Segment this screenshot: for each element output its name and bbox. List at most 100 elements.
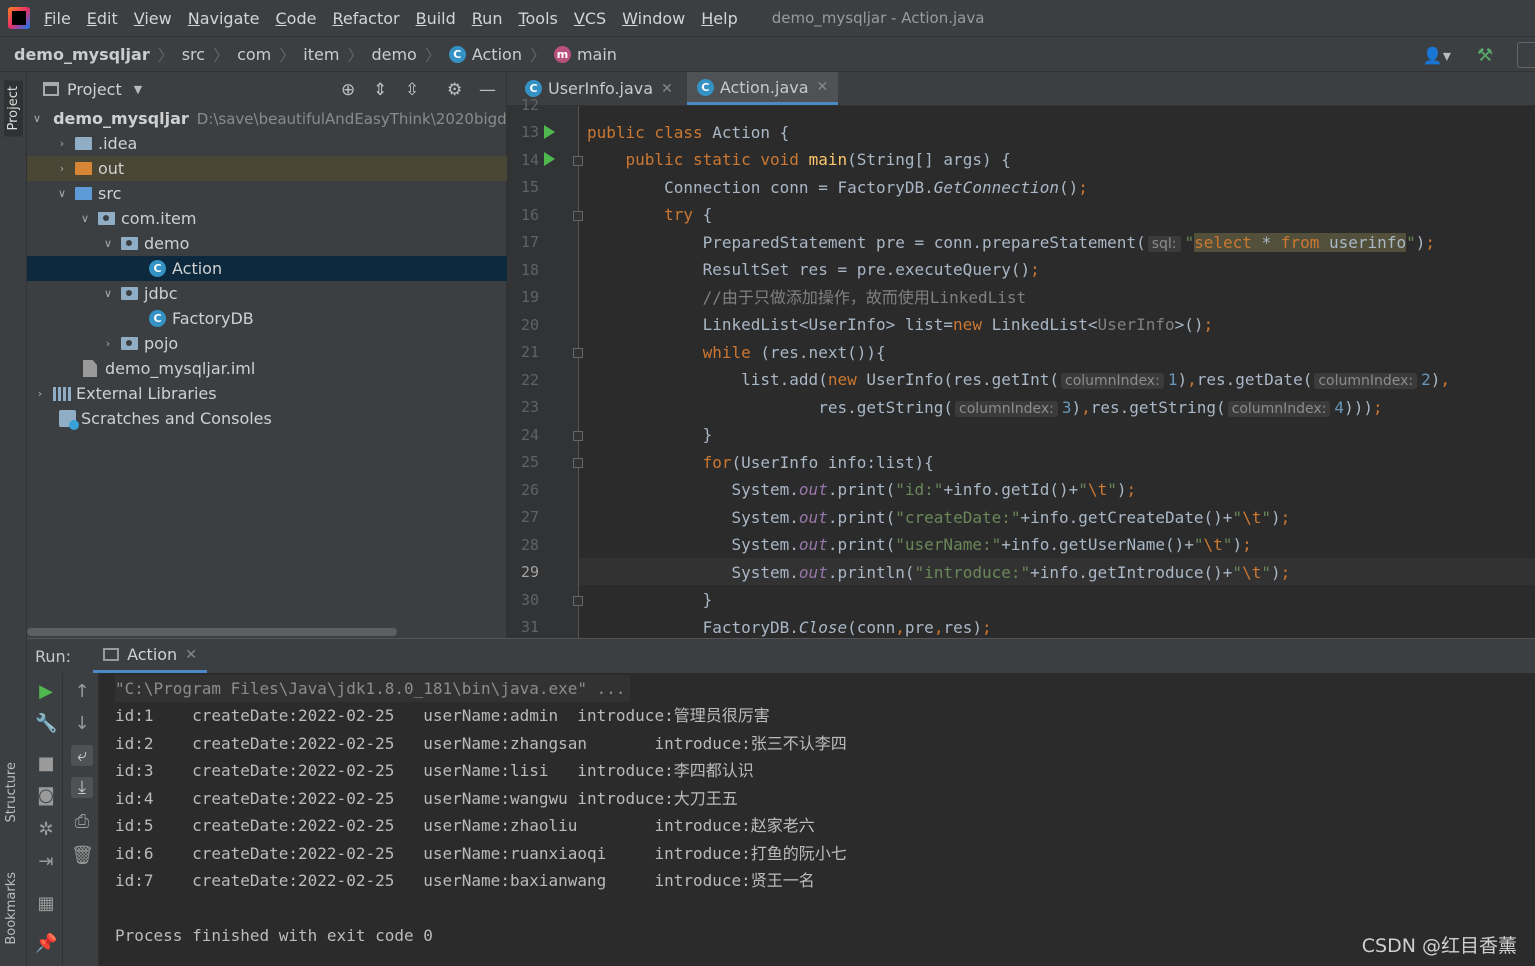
tree-item-factorydb[interactable]: C FactoryDB	[27, 306, 507, 331]
pin-icon[interactable]: 📌	[35, 933, 57, 954]
menu-navigate[interactable]: Navigate	[188, 9, 260, 28]
user-dropdown-icon[interactable]: 👤▾	[1423, 46, 1451, 65]
chevron-down-icon[interactable]: ∨	[78, 212, 92, 225]
chevron-down-icon[interactable]: ∨	[101, 287, 115, 300]
console-output[interactable]: "C:\Program Files\Java\jdk1.8.0_181\bin\…	[115, 673, 1535, 966]
tree-item-jdbc[interactable]: ∨ jdbc	[27, 281, 507, 306]
code-line[interactable]: while (res.next()){	[587, 339, 886, 366]
code-line[interactable]: System.out.print("createDate:"+info.getC…	[587, 504, 1290, 531]
close-icon[interactable]: ✕	[661, 81, 673, 97]
code-line[interactable]: PreparedStatement pre = conn.prepareStat…	[587, 229, 1435, 256]
exit-icon[interactable]: ⇥	[35, 851, 57, 872]
side-tab-bookmarks[interactable]: Bookmarks	[4, 872, 19, 945]
soft-wrap-icon[interactable]: ⤶	[71, 745, 93, 766]
code-line[interactable]: System.out.print("userName:"+info.getUse…	[587, 531, 1251, 558]
tree-item-src[interactable]: ∨ src	[27, 181, 507, 206]
collapse-all-icon[interactable]: ⇳	[405, 80, 419, 100]
tree-item-project-root[interactable]: ∨ demo_mysqljar D:\save\beautifulAndEasy…	[27, 106, 507, 131]
stop-icon[interactable]: ■	[35, 753, 57, 774]
breadcrumb-src[interactable]: src	[182, 45, 205, 64]
scroll-to-end-icon[interactable]: ⤓	[71, 777, 93, 798]
run-config-box[interactable]	[1517, 42, 1535, 68]
print-icon[interactable]: ⎙	[71, 811, 93, 832]
menu-help[interactable]: Help	[701, 9, 737, 28]
fold-icon[interactable]	[573, 211, 583, 221]
code-line[interactable]: public class Action {	[587, 119, 789, 146]
chevron-right-icon[interactable]: ›	[33, 387, 47, 400]
chevron-down-icon[interactable]: ▼	[134, 83, 142, 96]
wrench-icon[interactable]: 🔧	[35, 713, 57, 734]
menu-code[interactable]: Code	[276, 9, 317, 28]
breadcrumb-com[interactable]: com	[237, 45, 271, 64]
fold-icon[interactable]	[573, 348, 583, 358]
tree-item-demo[interactable]: ∨ demo	[27, 231, 507, 256]
code-line-current[interactable]: System.out.println("introduce:"+info.get…	[587, 559, 1290, 586]
code-line[interactable]: LinkedList<UserInfo> list=new LinkedList…	[587, 311, 1214, 338]
code-line[interactable]: //由于只做添加操作，故而使用LinkedList	[587, 284, 1027, 311]
tree-item-scratches[interactable]: Scratches and Consoles	[27, 406, 507, 431]
build-hammer-icon[interactable]: ⚒	[1477, 45, 1493, 66]
close-icon[interactable]: ✕	[817, 79, 829, 95]
expand-all-icon[interactable]: ⇕	[373, 80, 387, 100]
code-line[interactable]: System.out.print("id:"+info.getId()+"\t"…	[587, 476, 1136, 503]
fold-icon[interactable]	[573, 431, 583, 441]
tab-action-java[interactable]: C Action.java ✕	[686, 72, 839, 105]
breadcrumb-demo[interactable]: demo	[371, 45, 416, 64]
tree-item-action[interactable]: C Action	[27, 256, 507, 281]
code-line[interactable]: res.getString(columnIndex: 3),res.getStri…	[587, 394, 1383, 421]
rerun-icon[interactable]: ▶	[35, 681, 57, 702]
chevron-down-icon[interactable]: ∨	[55, 187, 69, 200]
tree-item-iml[interactable]: demo_mysqljar.iml	[27, 356, 507, 381]
chevron-right-icon[interactable]: ›	[55, 137, 69, 150]
menu-build[interactable]: Build	[416, 9, 456, 28]
breadcrumb-item[interactable]: item	[303, 45, 339, 64]
chevron-down-icon[interactable]: ∨	[33, 112, 41, 125]
menu-file[interactable]: File	[44, 9, 71, 28]
chevron-down-icon[interactable]: ∨	[101, 237, 115, 250]
gear-icon[interactable]: ⚙	[447, 80, 462, 100]
layout-icon[interactable]: ▦	[35, 893, 57, 914]
hide-icon[interactable]: —	[479, 80, 496, 100]
tree-item-idea[interactable]: › .idea	[27, 131, 507, 156]
code-line[interactable]: public static void main(String[] args) {	[587, 146, 1011, 173]
code-line[interactable]: ResultSet res = pre.executeQuery();	[587, 256, 1040, 283]
tree-item-out[interactable]: › out	[27, 156, 507, 181]
code-line[interactable]: FactoryDB.Close(conn,pre,res);	[587, 614, 992, 638]
code-line[interactable]: for(UserInfo info:list){	[587, 449, 934, 476]
code-line[interactable]: try {	[587, 201, 712, 228]
arrow-down-icon[interactable]: ↓	[71, 713, 93, 734]
tree-item-external-libraries[interactable]: › External Libraries	[27, 381, 507, 406]
breadcrumb-class-action[interactable]: C Action	[448, 45, 522, 64]
breadcrumb-project[interactable]: demo_mysqljar	[14, 45, 150, 64]
side-tab-project[interactable]: Project	[4, 80, 23, 137]
code-line[interactable]: }	[587, 421, 713, 448]
fold-icon[interactable]	[573, 156, 583, 166]
menu-refactor[interactable]: Refactor	[332, 9, 399, 28]
menu-tools[interactable]: Tools	[518, 9, 557, 28]
run-tab-action[interactable]: Action ✕	[93, 639, 207, 673]
run-class-icon[interactable]	[544, 125, 555, 139]
trash-icon[interactable]: 🗑	[71, 845, 94, 866]
side-tab-structure[interactable]: Structure	[4, 762, 19, 822]
locate-icon[interactable]: ⊕	[341, 80, 355, 100]
menu-run[interactable]: Run	[472, 9, 503, 28]
code-line[interactable]: Connection conn = FactoryDB.GetConnectio…	[587, 174, 1088, 201]
run-main-icon[interactable]	[544, 152, 555, 166]
horizontal-scrollbar[interactable]	[27, 628, 397, 636]
arrow-up-icon[interactable]: ↑	[71, 681, 93, 702]
debug-settings-icon[interactable]: ✲	[35, 819, 57, 840]
camera-icon[interactable]: ◙	[35, 785, 57, 806]
code-line[interactable]: }	[587, 586, 713, 613]
breadcrumb-method-main[interactable]: m main	[553, 45, 617, 64]
chevron-right-icon[interactable]: ›	[55, 162, 69, 175]
project-title[interactable]: Project	[67, 80, 122, 99]
menu-window[interactable]: Window	[622, 9, 685, 28]
code-line[interactable]: list.add(new UserInfo(res.getInt(columnI…	[587, 366, 1450, 393]
tree-item-com-item[interactable]: ∨ com.item	[27, 206, 507, 231]
tab-userinfo-java[interactable]: C UserInfo.java ✕	[515, 72, 683, 105]
close-icon[interactable]: ✕	[185, 647, 197, 663]
chevron-right-icon[interactable]: ›	[101, 337, 115, 350]
fold-icon[interactable]	[573, 596, 583, 606]
menu-view[interactable]: View	[134, 9, 172, 28]
fold-icon[interactable]	[573, 458, 583, 468]
